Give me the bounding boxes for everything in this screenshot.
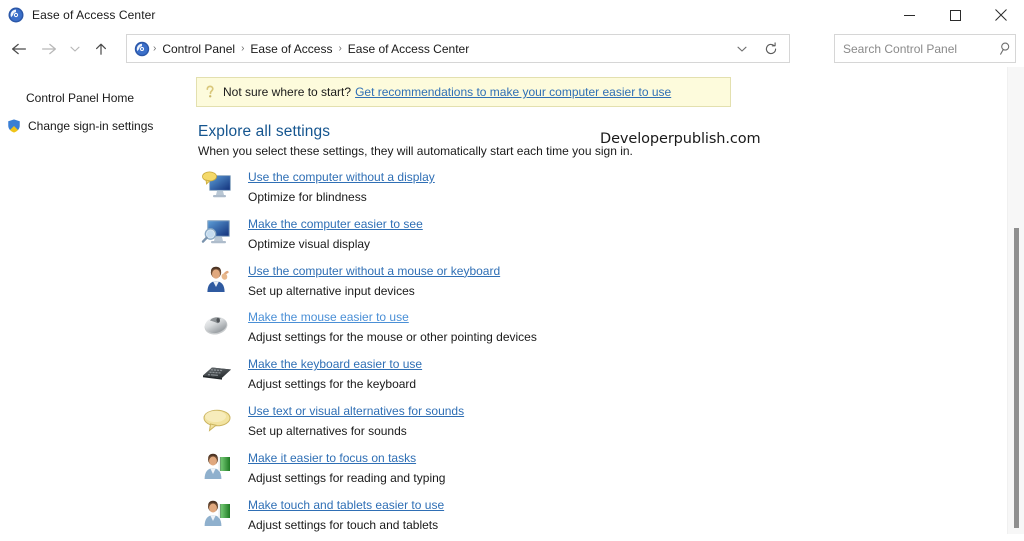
sidebar-item-label: Change sign-in settings <box>28 119 154 133</box>
watermark: Developerpublish.com <box>600 131 761 147</box>
sidebar-item-change-sign-in-settings[interactable]: Change sign-in settings <box>0 112 182 140</box>
setting-description: Adjust settings for the mouse or other p… <box>248 330 537 345</box>
up-button[interactable] <box>86 33 116 65</box>
monitor-magnifier-icon <box>200 216 234 250</box>
close-button[interactable] <box>978 0 1024 30</box>
breadcrumb-ease-of-access[interactable]: Ease of Access <box>245 42 337 56</box>
window-controls <box>886 0 1024 30</box>
main-pane: Not sure where to start? Get recommendat… <box>182 67 1006 534</box>
person-hand-icon <box>200 263 234 297</box>
setting-link[interactable]: Use text or visual alternatives for soun… <box>248 401 832 418</box>
list-item[interactable]: Make the mouse easier to use Adjust sett… <box>192 307 832 354</box>
scrollbar-thumb[interactable] <box>1014 228 1019 528</box>
setting-description: Adjust settings for reading and typing <box>248 470 446 485</box>
sidebar-item-control-panel-home[interactable]: Control Panel Home <box>0 84 182 112</box>
ease-of-access-icon <box>8 7 24 23</box>
list-item[interactable]: Use the computer without a mouse or keyb… <box>192 261 832 308</box>
speech-bubble-icon <box>200 403 234 437</box>
breadcrumb-ease-of-access-center[interactable]: Ease of Access Center <box>343 42 474 56</box>
refresh-icon[interactable] <box>757 35 785 62</box>
setting-link[interactable]: Use the computer without a display <box>248 167 832 184</box>
setting-link[interactable]: Use the computer without a mouse or keyb… <box>248 261 832 278</box>
address-bar[interactable]: › Control Panel › Ease of Access › Ease … <box>126 34 790 63</box>
list-item[interactable]: Make it easier to focus on tasks Adjust … <box>192 448 832 495</box>
setting-description: Adjust settings for the keyboard <box>248 377 417 392</box>
settings-list: Use the computer without a display Optim… <box>192 167 832 541</box>
person-book-icon <box>200 497 234 531</box>
list-item[interactable]: Use the computer without a display Optim… <box>192 167 832 214</box>
monitor-speech-bubble-icon <box>200 169 234 203</box>
question-mark-icon <box>197 84 223 100</box>
list-item[interactable]: Make the computer easier to see Optimize… <box>192 214 832 261</box>
sidebar-item-label: Control Panel Home <box>26 91 135 105</box>
person-book-icon <box>200 450 234 484</box>
address-ease-of-access-icon <box>134 41 150 57</box>
keyboard-icon <box>200 356 234 390</box>
list-item[interactable]: Use text or visual alternatives for soun… <box>192 401 832 448</box>
vertical-scrollbar[interactable] <box>1007 67 1024 534</box>
recent-locations-button[interactable] <box>64 33 86 65</box>
search-box[interactable] <box>834 34 1016 63</box>
list-item[interactable]: Make touch and tablets easier to use Adj… <box>192 495 832 541</box>
title-bar: Ease of Access Center <box>0 0 1024 30</box>
title-bar-left: Ease of Access Center <box>0 7 156 23</box>
search-icon[interactable] <box>998 41 1015 56</box>
setting-description: Optimize for blindness <box>248 190 367 204</box>
setting-link[interactable]: Make the keyboard easier to use <box>248 354 832 371</box>
breadcrumb-control-panel[interactable]: Control Panel <box>157 42 240 56</box>
setting-link[interactable]: Make the mouse easier to use <box>248 307 832 324</box>
list-item[interactable]: Make the keyboard easier to use Adjust s… <box>192 354 832 401</box>
forward-button[interactable] <box>34 33 64 65</box>
navigation-bar: › Control Panel › Ease of Access › Ease … <box>0 30 1024 67</box>
chevron-down-icon[interactable] <box>729 35 755 62</box>
search-input[interactable] <box>835 41 998 56</box>
sidebar: Control Panel Home Change sign-in settin… <box>0 67 182 534</box>
setting-link[interactable]: Make the computer easier to see <box>248 214 832 231</box>
back-button[interactable] <box>4 33 34 65</box>
setting-link[interactable]: Make it easier to focus on tasks <box>248 448 832 465</box>
page-subtitle: When you select these settings, they wil… <box>198 144 633 158</box>
window-title: Ease of Access Center <box>32 8 156 22</box>
shield-icon <box>6 118 22 134</box>
setting-description: Optimize visual display <box>248 236 371 251</box>
maximize-button[interactable] <box>932 0 978 30</box>
setting-link[interactable]: Make touch and tablets easier to use <box>248 495 832 512</box>
setting-description: Adjust settings for touch and tablets <box>248 517 439 532</box>
setting-description: Set up alternatives for sounds <box>248 423 407 438</box>
get-recommendations-link[interactable]: Get recommendations to make your compute… <box>355 85 671 99</box>
recommendations-notice: Not sure where to start? Get recommendat… <box>196 77 731 107</box>
notice-text: Not sure where to start? <box>223 85 352 99</box>
minimize-button[interactable] <box>886 0 932 30</box>
setting-description: Set up alternative input devices <box>248 283 415 298</box>
page-title: Explore all settings <box>198 123 331 140</box>
mouse-icon <box>200 309 234 343</box>
content-area: Control Panel Home Change sign-in settin… <box>0 67 1024 534</box>
